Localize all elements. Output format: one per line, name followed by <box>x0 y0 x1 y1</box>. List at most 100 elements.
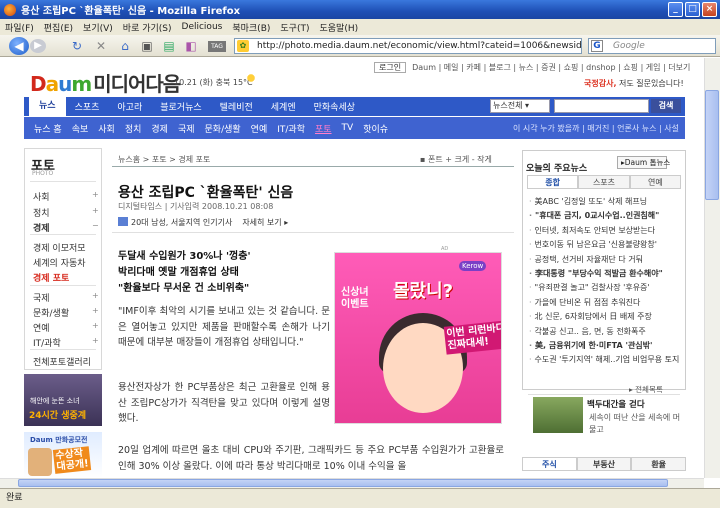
url-input[interactable]: http://photo.media.daum.net/economic/vie… <box>234 38 582 54</box>
lnb-society[interactable]: 사회 <box>93 122 120 135</box>
lnb-itscience[interactable]: IT/과학 <box>272 122 310 135</box>
tab-general[interactable]: 종합 <box>527 175 579 188</box>
bookmark-icon[interactable]: ▤ <box>162 39 176 53</box>
menu-delicious[interactable]: Delicious <box>177 22 228 32</box>
news-headline[interactable]: 가을에 단비온 뒤 점점 추워진다 <box>535 298 641 307</box>
stop-icon[interactable]: ✕ <box>94 39 108 53</box>
news-list-item[interactable]: · "휴대폰 금지, 0교시수업..인권침해" <box>529 210 679 221</box>
menu-file[interactable]: 파일(F) <box>0 21 39 34</box>
search-input[interactable]: Google <box>588 38 716 54</box>
horizontal-scroll-thumb[interactable] <box>18 479 668 487</box>
back-button[interactable]: ◀ <box>9 37 29 55</box>
news-headline[interactable]: 美ABC '김정일 또도' 삭제 해프닝 <box>535 197 648 206</box>
daum-logo[interactable]: Daum 미디어다음 <box>30 68 181 97</box>
lnb-home[interactable]: 뉴스 홈 <box>24 122 67 135</box>
lnb-economy[interactable]: 경제 <box>146 122 173 135</box>
gnb-news-tab[interactable]: 뉴스 <box>29 97 66 116</box>
tab-entertainment[interactable]: 연예 <box>629 175 681 188</box>
plus-icon[interactable]: + <box>92 291 99 300</box>
gnb-sports[interactable]: 스포츠 <box>66 100 109 113</box>
menu-bookmarks[interactable]: 북마크(B) <box>227 21 275 34</box>
left-nav-culture[interactable]: 문화/생활 <box>33 306 69 319</box>
lnb-breaking[interactable]: 속보 <box>67 122 94 135</box>
home-icon[interactable]: ⌂ <box>118 39 132 53</box>
tab-exchange[interactable]: 환율 <box>631 457 687 471</box>
delicious-icon[interactable]: ◧ <box>184 39 198 53</box>
news-list-item[interactable]: · "유죄판결 놀고" 검찰사장 '후유증' <box>529 282 679 293</box>
menu-edit[interactable]: 편집(E) <box>39 21 78 34</box>
plus-icon[interactable]: + <box>92 306 99 315</box>
plus-icon[interactable]: + <box>92 206 99 215</box>
lnb-hotissue[interactable]: 핫이슈 <box>358 122 393 135</box>
news-search-button[interactable]: 검색 <box>651 99 681 113</box>
news-list-item[interactable]: · 공정택, 선거비 자율재단 다 거둬 <box>529 254 679 265</box>
left-nav-gallery[interactable]: 전체포토갤러리 <box>33 355 91 368</box>
more-link[interactable]: 자세히 보기 ▸ <box>242 218 288 227</box>
gnb-cartoon[interactable]: 만화속세상 <box>305 100 364 113</box>
mountain-photo[interactable] <box>533 397 583 433</box>
tab-stocks[interactable]: 주식 <box>522 457 577 471</box>
top-ad-link[interactable]: 국정감사, 저도 질문있습니다! <box>584 78 684 89</box>
plus-icon[interactable]: + <box>92 321 99 330</box>
tab-realestate[interactable]: 부동산 <box>576 457 632 471</box>
left-nav-politics[interactable]: 정치 <box>33 206 50 219</box>
plus-icon[interactable]: + <box>92 190 99 199</box>
gnb-blognews[interactable]: 블로거뉴스 <box>151 100 210 113</box>
font-size-tools[interactable]: ▪ 폰트 + 크게 - 작게 <box>420 154 492 165</box>
reload-icon[interactable]: ↻ <box>70 39 84 53</box>
news-list-item[interactable]: ·수도권 '투기지역' 해제..기업 비업무용 토지 대입 6조 투입 <box>529 354 679 365</box>
tag-button[interactable]: TAG <box>208 41 226 52</box>
news-list-item[interactable]: · 李대통령 "부당수익 적발금 환수해야" <box>529 268 679 279</box>
gnb-agora[interactable]: 아고라 <box>108 100 151 113</box>
news-list-item[interactable]: · 北 신문, 6자회담에서 日 배제 주장 <box>529 311 679 322</box>
gnb-tv[interactable]: 텔레비전 <box>211 100 262 113</box>
news-list-item[interactable]: · 美ABC '김정일 또도' 삭제 해프닝 <box>529 196 679 207</box>
left-nav-world-cars[interactable]: 세계의 자동차 <box>33 256 86 269</box>
vertical-scroll-thumb[interactable] <box>705 90 719 200</box>
lnb-culture[interactable]: 문화/생활 <box>200 122 246 135</box>
lnb-entertainment[interactable]: 연예 <box>246 122 273 135</box>
menu-view[interactable]: 보기(V) <box>78 21 118 34</box>
menu-help[interactable]: 도움말(H) <box>314 21 363 34</box>
news-search-input[interactable] <box>554 99 649 113</box>
left-nav-international[interactable]: 국제 <box>33 291 50 304</box>
minus-icon[interactable]: − <box>92 221 99 230</box>
news-headline[interactable]: "휴대폰 금지, 0교시수업..인권침해" <box>535 211 659 220</box>
lnb-tv[interactable]: TV <box>337 123 359 133</box>
cartoon-contest-banner[interactable]: Daum 만화공모전 수상작 대공개! <box>24 432 102 478</box>
menu-tools[interactable]: 도구(T) <box>275 21 314 34</box>
lnb-politics[interactable]: 정치 <box>120 122 147 135</box>
menu-go[interactable]: 바로 가기(S) <box>118 21 177 34</box>
news-list-item[interactable]: · 인터넷, 최저속도 안되면 보상받는다 <box>529 225 679 236</box>
print-icon[interactable]: ▣ <box>140 39 154 53</box>
login-button[interactable]: 로그인 <box>374 62 407 73</box>
news-headline[interactable]: 美, 금융위기에 한·미FTA '관심밖' <box>535 341 652 350</box>
close-button[interactable]: × <box>702 2 717 17</box>
news-headline[interactable]: 수도권 '투기지역' 해제..기업 비업무용 토지 대입 6조 투입 <box>535 355 679 364</box>
breadcrumb[interactable]: 뉴스홈 > 포토 > 경제 포토 <box>118 154 210 165</box>
news-headline[interactable]: 번호이동 뒤 남은요금 '신용불량왕창' <box>535 240 657 249</box>
forward-button[interactable]: ▶ <box>30 39 46 53</box>
left-nav-entertainment[interactable]: 연예 <box>33 321 50 334</box>
lnb-photo[interactable]: 포토 <box>310 122 337 135</box>
news-headline[interactable]: 인터넷, 최저속도 안되면 보상받는다 <box>535 226 656 235</box>
left-nav-itscience[interactable]: IT/과학 <box>33 336 61 349</box>
plus-icon[interactable]: + <box>92 336 99 345</box>
photo-title[interactable]: 백두대간을 걷다 <box>587 398 645 410</box>
maximize-button[interactable]: □ <box>685 2 700 17</box>
news-list-item[interactable]: · 美, 금융위기에 한·미FTA '관심밖' <box>529 340 679 351</box>
news-list-item[interactable]: · 번호이동 뒤 남은요금 '신용불량왕창' <box>529 239 679 250</box>
news-list-item[interactable]: · 각불공 신고.. 음, 면, 동 전화폭주 <box>529 326 679 337</box>
minimize-button[interactable]: _ <box>668 2 683 17</box>
lnb-right-links[interactable]: 이 시각 누가 봤을까 | 매거진 | 언론사 뉴스 | 사설 <box>513 123 685 134</box>
daum-top-news-button[interactable]: ▸Daum 톱뉴스 <box>617 156 670 169</box>
left-nav-society[interactable]: 사회 <box>33 190 50 203</box>
news-headline[interactable]: 北 신문, 6자회담에서 日 배제 주장 <box>535 312 652 321</box>
news-headline[interactable]: "유죄판결 놀고" 검찰사장 '후유증' <box>535 283 650 292</box>
news-headline[interactable]: 李대통령 "부당수익 적발금 환수해야" <box>535 269 663 278</box>
lnb-international[interactable]: 국제 <box>173 122 200 135</box>
gnb-world[interactable]: 세계엔 <box>262 100 305 113</box>
news-headline[interactable]: 공정택, 선거비 자율재단 다 거둬 <box>535 255 643 264</box>
tab-sports[interactable]: 스포츠 <box>578 175 630 188</box>
live-stream-banner[interactable]: 해안에 눈뜬 소녀 24시간 생중계 <box>24 374 102 426</box>
